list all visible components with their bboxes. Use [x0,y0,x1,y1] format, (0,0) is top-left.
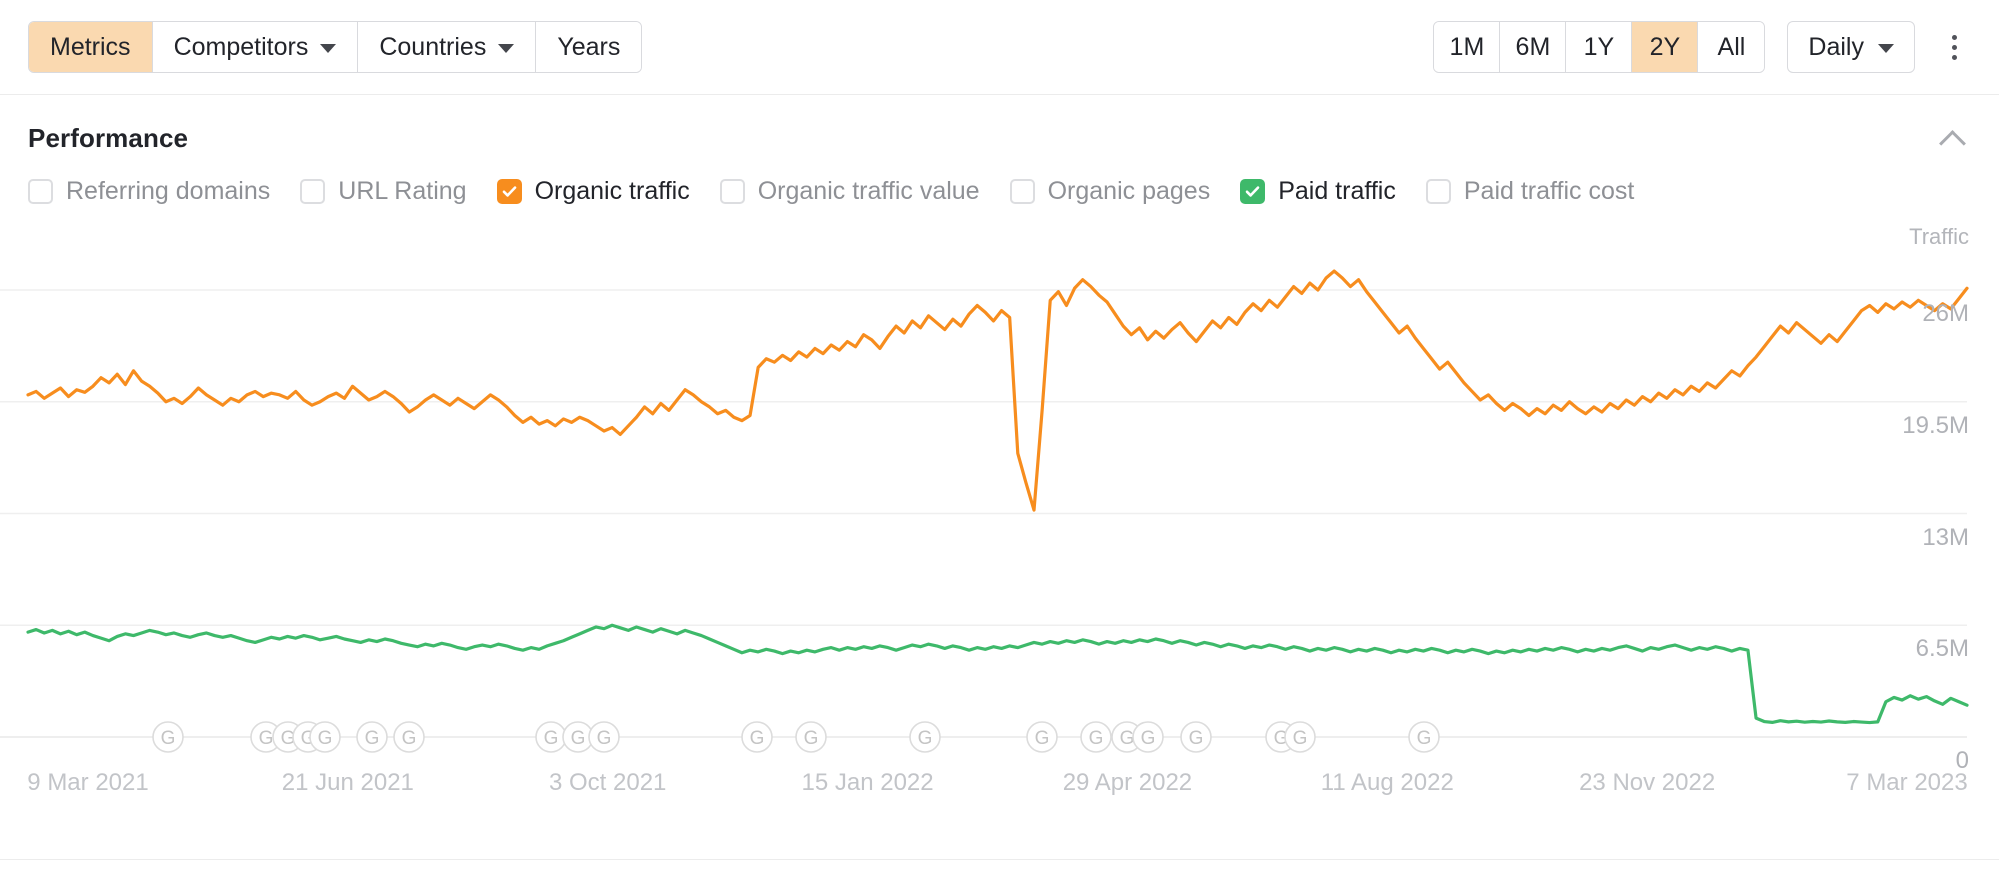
google-update-label: G [1120,728,1135,749]
legend-checkbox-organic-pages[interactable]: Organic pages [1010,177,1211,206]
legend-checkbox-paid-traffic[interactable]: Paid traffic [1240,177,1396,206]
kebab-dot [1952,45,1957,50]
granularity-label: Daily [1808,33,1864,62]
google-update-label: G [571,728,586,749]
checkbox-empty-icon [1426,179,1451,204]
granularity-dropdown[interactable]: Daily [1787,21,1915,73]
toolbar-right-controls: 1M6M1Y2YAll Daily [1433,21,1971,73]
kebab-dot [1952,35,1957,40]
tab-label: Competitors [174,33,309,62]
grid-lines [0,290,1967,737]
chevron-down-icon [498,44,514,53]
tab-years[interactable]: Years [536,22,641,72]
tab-label: Metrics [50,33,131,62]
google-update-label: G [1293,728,1308,749]
y-tick-label: 26M [1922,300,1969,328]
view-tabs[interactable]: Metrics Competitors Countries Years [28,21,642,73]
legend-checkbox-paid-traffic-cost[interactable]: Paid traffic cost [1426,177,1634,206]
tab-metrics[interactable]: Metrics [29,22,153,72]
google-update-label: G [259,728,274,749]
x-tick-label: 21 Jun 2021 [253,769,443,797]
x-tick-label: 3 Oct 2021 [513,769,703,797]
y-tick-label: 19.5M [1902,412,1969,440]
x-tick-label: 15 Jan 2022 [773,769,963,797]
checkbox-checked-icon [497,179,522,204]
checkbox-checked-icon [1240,179,1265,204]
legend-label: Paid traffic [1278,177,1396,206]
legend-label: URL Rating [338,177,466,206]
kebab-dot [1952,55,1957,60]
x-tick-label: 7 Mar 2023 [1812,769,1999,797]
traffic-chart: Traffic GGGGGGGGGGGGGGGGGGGGG 06.5M13M19… [0,220,1999,860]
chevron-up-icon[interactable] [1937,121,1971,155]
google-update-label: G [918,728,933,749]
range-button-6m[interactable]: 6M [1500,22,1566,72]
x-tick-label: 9 Mar 2021 [0,769,183,797]
series-line-organic-traffic [28,271,1967,510]
kebab-menu-icon[interactable] [1937,27,1971,67]
legend-label: Organic traffic value [758,177,980,206]
tab-countries[interactable]: Countries [358,22,536,72]
google-update-label: G [161,728,176,749]
legend-label: Organic traffic [535,177,690,206]
y-tick-label: 13M [1922,524,1969,552]
tab-label: Countries [379,33,486,62]
top-toolbar: Metrics Competitors Countries Years 1M6M1Y2… [0,0,1999,95]
performance-section-header: Performance [0,95,1999,155]
google-update-label: G [1089,728,1104,749]
chart-canvas: GGGGGGGGGGGGGGGGGGGGG [0,220,1999,860]
section-divider [0,859,1999,860]
chevron-down-icon [1878,44,1894,53]
performance-chart-page: MetricsCompetitorsCountriesYears 1M6M1Y2… [0,0,1999,889]
legend-checkbox-organic-traffic[interactable]: Organic traffic [497,177,690,206]
checkbox-empty-icon [1010,179,1035,204]
range-button-2y[interactable]: 2Y [1632,22,1698,72]
x-tick-label: 11 Aug 2022 [1292,769,1482,797]
y-tick-label: 6.5M [1916,635,1969,663]
google-update-label: G [544,728,559,749]
page-title: Performance [28,123,188,154]
date-range-selector[interactable]: 1M6M1Y2YAll [1433,21,1765,73]
google-update-label: G [1035,728,1050,749]
metric-legend: Referring domains URL Rating Organic traff… [0,155,1999,206]
legend-checkbox-referring-domains[interactable]: Referring domains [28,177,270,206]
google-update-label: G [804,728,819,749]
google-update-label: G [1141,728,1156,749]
y-axis-title: Traffic [1909,224,1969,250]
range-button-1m[interactable]: 1M [1434,22,1500,72]
tab-competitors[interactable]: Competitors [153,22,359,72]
google-update-label: G [402,728,417,749]
google-update-label: G [318,728,333,749]
checkbox-empty-icon [720,179,745,204]
legend-checkbox-organic-traffic-value[interactable]: Organic traffic value [720,177,980,206]
checkbox-empty-icon [300,179,325,204]
google-update-label: G [1417,728,1432,749]
google-update-label: G [365,728,380,749]
google-update-label: G [597,728,612,749]
legend-label: Organic pages [1048,177,1211,206]
google-update-label: G [1189,728,1204,749]
x-tick-label: 23 Nov 2022 [1552,769,1742,797]
legend-checkbox-url-rating[interactable]: URL Rating [300,177,466,206]
series-line-paid-traffic [28,625,1967,722]
legend-label: Paid traffic cost [1464,177,1634,206]
chevron-down-icon [320,44,336,53]
legend-label: Referring domains [66,177,270,206]
range-button-all[interactable]: All [1698,22,1764,72]
x-tick-label: 29 Apr 2022 [1032,769,1222,797]
google-update-label: G [750,728,765,749]
tab-label: Years [557,33,620,62]
checkbox-empty-icon [28,179,53,204]
range-button-1y[interactable]: 1Y [1566,22,1632,72]
